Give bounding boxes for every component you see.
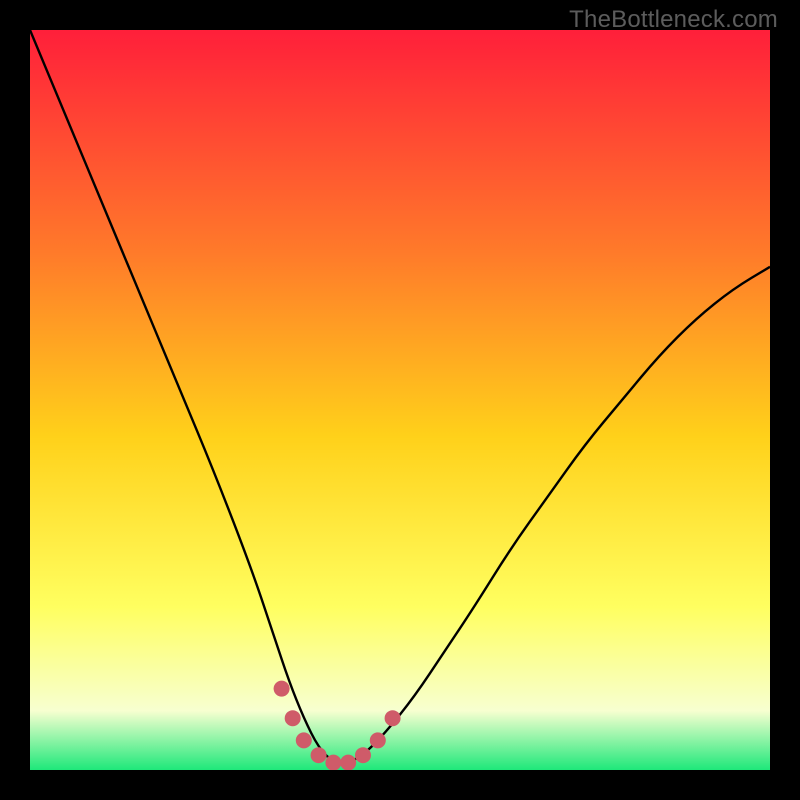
highlight-dot — [296, 732, 312, 748]
highlight-dot — [311, 747, 327, 763]
highlight-dot — [340, 755, 356, 770]
highlight-dot — [370, 732, 386, 748]
bottleneck-chart — [30, 30, 770, 770]
highlight-dot — [285, 710, 301, 726]
gradient-background — [30, 30, 770, 770]
highlight-dot — [385, 710, 401, 726]
highlight-dot — [325, 755, 341, 770]
highlight-dot — [274, 681, 290, 697]
highlight-dot — [355, 747, 371, 763]
chart-frame: TheBottleneck.com — [0, 0, 800, 800]
plot-area — [30, 30, 770, 770]
